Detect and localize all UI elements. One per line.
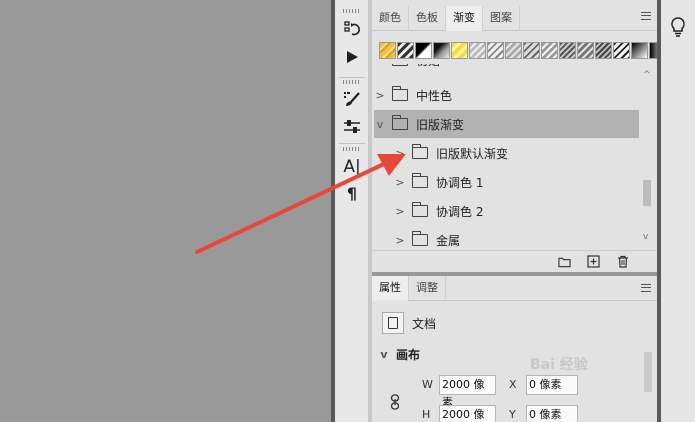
canvas-section-header[interactable]: v 画布 — [378, 346, 420, 363]
tree-scrollbar[interactable]: ^ v — [640, 64, 654, 250]
gradient-swatch[interactable] — [523, 42, 540, 59]
tab-properties[interactable]: 属性 — [372, 276, 409, 301]
adjust-sliders-icon[interactable] — [335, 114, 369, 140]
gradient-swatch[interactable] — [415, 42, 432, 59]
chevron-right-icon[interactable]: > — [374, 89, 386, 102]
gradient-swatch[interactable] — [433, 42, 450, 59]
y-field[interactable]: 0 像素 — [526, 405, 578, 422]
brush-preset-icon[interactable] — [335, 86, 369, 112]
history-icon[interactable] — [335, 16, 369, 42]
gradient-swatch[interactable] — [541, 42, 558, 59]
gradients-panel-footer — [372, 250, 657, 272]
paragraph-icon[interactable]: ¶ — [335, 180, 369, 206]
properties-scrollbar[interactable] — [642, 346, 654, 422]
gradient-swatch[interactable] — [613, 42, 630, 59]
tool-divider — [339, 77, 365, 78]
folder-label: 旧版渐变 — [416, 117, 465, 132]
tree-folder-row[interactable]: > 中性色 — [374, 81, 639, 109]
gradient-swatch[interactable] — [379, 42, 396, 59]
gradient-swatch[interactable] — [577, 42, 594, 59]
x-label: X — [509, 378, 517, 391]
grip-handle[interactable] — [343, 9, 361, 13]
chevron-right-icon[interactable]: > — [394, 176, 406, 189]
tree-folder-row[interactable]: > 协调色 2 — [374, 197, 639, 225]
delete-icon[interactable] — [616, 255, 629, 268]
folder-icon — [411, 173, 428, 188]
gradients-panel-tabs: 颜色 色板 渐变 图案 — [372, 6, 657, 31]
tree-folder-row[interactable]: > 协调色 1 — [374, 168, 639, 196]
height-label: H — [422, 408, 431, 421]
height-field[interactable]: 2000 像素 — [439, 405, 496, 422]
tab-swatches[interactable]: 色板 — [409, 6, 446, 31]
folder-label: 金属 — [436, 233, 461, 248]
chevron-right-icon[interactable]: > — [394, 147, 406, 160]
play-icon[interactable] — [335, 44, 369, 70]
folder-icon — [391, 86, 408, 101]
scroll-thumb[interactable] — [643, 180, 651, 206]
panel-menu-icon[interactable] — [641, 284, 651, 292]
gradient-tree: > 初始 > 中性色 v 旧版渐变 > 旧版默认渐变 > 协调色 1 > 协调色… — [374, 64, 639, 250]
folder-icon — [411, 144, 428, 159]
x-field[interactable]: 0 像素 — [526, 375, 578, 395]
chevron-right-icon[interactable]: > — [394, 234, 406, 247]
right-panel-strip — [661, 0, 695, 422]
y-label: Y — [509, 408, 516, 421]
properties-panel: 属性 调整 文档 v 画布 W 2000 像素 X 0 像素 H 2000 像素… — [372, 276, 657, 422]
width-label: W — [422, 378, 433, 391]
tree-folder-row[interactable]: > 金属 — [374, 226, 639, 250]
width-field[interactable]: 2000 像素 — [439, 375, 496, 409]
folder-icon — [411, 202, 428, 217]
tree-folder-row[interactable]: > 初始 — [374, 64, 639, 74]
gradient-swatch[interactable] — [631, 42, 648, 59]
tool-strip: A| ¶ — [335, 0, 369, 422]
folder-label: 协调色 1 — [436, 175, 484, 190]
folder-icon — [392, 64, 408, 66]
tab-adjustments[interactable]: 调整 — [409, 276, 446, 301]
tab-gradients[interactable]: 渐变 — [446, 6, 483, 31]
new-group-icon[interactable] — [558, 255, 571, 268]
gradient-swatch[interactable] — [505, 42, 522, 59]
recent-gradients — [379, 42, 666, 59]
folder-label: 协调色 2 — [436, 204, 484, 219]
document-row: 文档 — [382, 312, 436, 334]
tool-divider — [339, 143, 365, 144]
scroll-up-icon[interactable]: ^ — [643, 70, 651, 80]
chevron-right-icon[interactable]: > — [374, 64, 386, 67]
folder-label: 中性色 — [416, 88, 453, 103]
scroll-thumb[interactable] — [644, 352, 652, 392]
grip-handle[interactable] — [343, 147, 361, 151]
grip-handle[interactable] — [343, 80, 361, 84]
scroll-down-icon[interactable]: v — [643, 232, 648, 242]
watermark-text: Bai 经验 — [530, 357, 588, 373]
add-gradient-icon[interactable] — [587, 255, 600, 268]
gradient-swatch[interactable] — [559, 42, 576, 59]
folder-label: 旧版默认渐变 — [436, 146, 509, 161]
canvas-area[interactable] — [0, 0, 331, 422]
tab-color[interactable]: 颜色 — [372, 6, 409, 31]
chevron-down-icon[interactable]: v — [378, 348, 390, 361]
gradient-swatch[interactable] — [595, 42, 612, 59]
chevron-right-icon[interactable]: > — [394, 205, 406, 218]
gradients-panel: 颜色 色板 渐变 图案 > 初始 > 中性色 — [372, 0, 666, 272]
gradient-swatch[interactable] — [469, 42, 486, 59]
properties-panel-tabs: 属性 调整 — [372, 276, 657, 301]
document-icon — [382, 312, 404, 334]
chevron-down-icon[interactable]: v — [374, 118, 386, 131]
gradient-swatch[interactable] — [451, 42, 468, 59]
lightbulb-icon[interactable] — [669, 16, 687, 38]
folder-label: 初始 — [416, 64, 440, 69]
tab-patterns[interactable]: 图案 — [483, 6, 520, 31]
link-icon[interactable] — [390, 394, 400, 414]
section-title: 画布 — [396, 348, 421, 362]
tree-folder-row-selected[interactable]: v 旧版渐变 — [374, 110, 639, 138]
gradient-swatch[interactable] — [397, 42, 414, 59]
folder-icon — [391, 115, 408, 130]
gradient-swatch[interactable] — [487, 42, 504, 59]
folder-icon — [411, 231, 428, 246]
tree-folder-row[interactable]: > 旧版默认渐变 — [374, 139, 639, 167]
document-label: 文档 — [412, 316, 437, 331]
panel-menu-icon[interactable] — [641, 12, 651, 20]
character-icon[interactable]: A| — [335, 154, 369, 180]
